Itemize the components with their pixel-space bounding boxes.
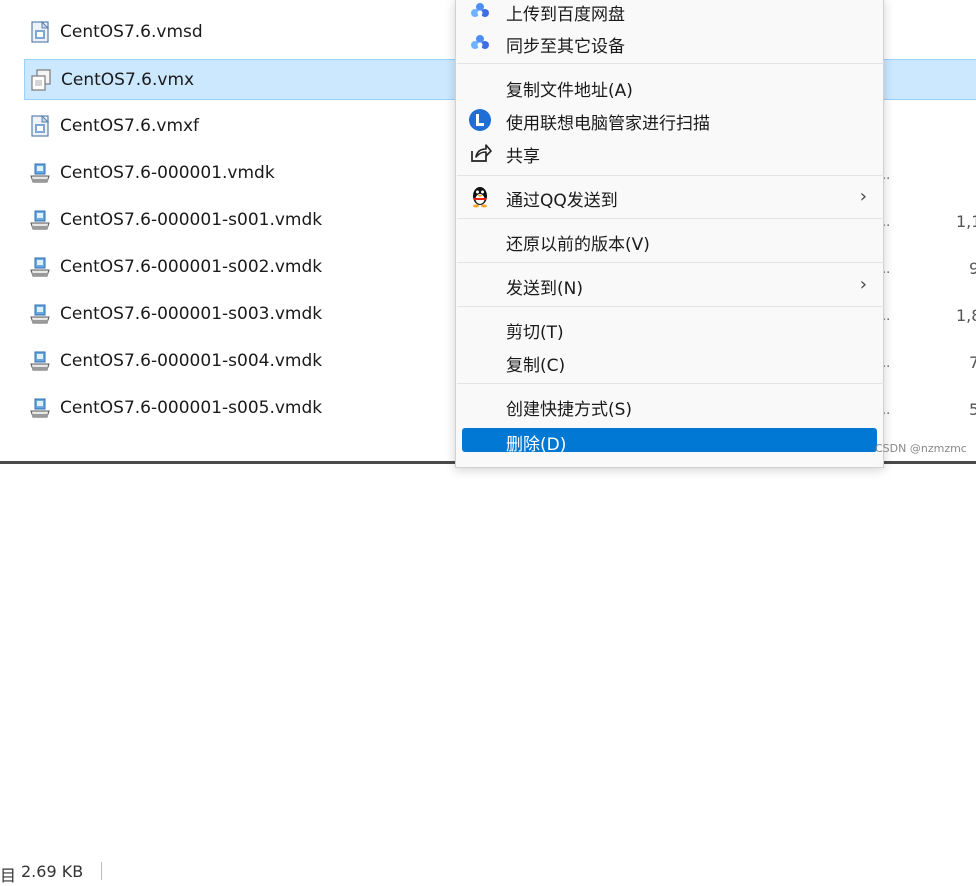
menu-item-restore-versions[interactable]: 还原以前的版本(V) [460,225,879,257]
file-size: 5 [969,400,976,419]
menu-item-label: 同步至其它设备 [506,37,625,57]
file-name: CentOS7.6-000001-s001.vmdk [60,210,323,230]
menu-item-delete[interactable]: 删除(D) [462,428,877,455]
menu-item-label: 发送到(N) [506,279,583,299]
menu-item-share[interactable]: 共享 [460,137,879,169]
menu-item-label: 复制文件地址(A) [506,81,633,101]
menu-item-sync-devices[interactable]: 同步至其它设备 [460,27,879,59]
menu-item-label: 复制(C) [506,356,566,376]
file-name: CentOS7.6.vmx [61,70,195,90]
file-size: 7 [969,353,976,372]
vmware-config-file-icon [31,69,51,91]
menu-item-send-to[interactable]: 发送到(N) › [460,269,879,301]
menu-separator [457,383,884,384]
file-name: CentOS7.6-000001.vmdk [60,163,275,183]
menu-item-label: 使用联想电脑管家进行扫描 [506,114,710,134]
menu-item-label: 通过QQ发送到 [506,191,618,211]
menu-item-send-via-qq[interactable]: 通过QQ发送到 › [460,181,879,213]
file-name: CentOS7.6.vmxf [60,116,200,136]
menu-item-lenovo-scan[interactable]: 使用联想电脑管家进行扫描 [460,104,879,136]
virtual-disk-icon [30,398,50,418]
file-size: 1,8 [956,306,976,325]
menu-item-copy[interactable]: 复制(C) [460,346,879,378]
menu-separator [457,306,884,307]
baidu-sync-icon [471,35,489,49]
status-selected-size: 2.69 KB [21,862,84,881]
file-size: 1,1 [956,212,976,231]
context-menu: 上传到百度网盘 同步至其它设备 复制文件地址(A) 使用联想电脑管家进行扫描 共… [455,0,884,468]
baidu-cloud-icon [471,3,489,17]
menu-separator [457,63,884,64]
menu-item-upload-baidu[interactable]: 上传到百度网盘 [460,0,879,27]
virtual-disk-icon [30,210,50,230]
file-name: CentOS7.6-000001-s003.vmdk [60,304,323,324]
menu-item-label: 共享 [506,147,540,167]
virtual-disk-icon [30,351,50,371]
watermark-text: CSDN @nzmzmc [875,442,967,455]
share-icon [471,144,492,162]
menu-item-cut[interactable]: 剪切(T) [460,313,879,345]
status-items-fragment: 目 [0,866,17,885]
menu-item-label: 还原以前的版本(V) [506,235,650,255]
lenovo-shield-icon [469,109,491,131]
file-name: CentOS7.6-000001-s002.vmdk [60,257,323,277]
file-name: CentOS7.6-000001-s004.vmdk [60,351,323,371]
menu-item-create-shortcut[interactable]: 创建快捷方式(S) [460,390,879,422]
menu-item-label: 上传到百度网盘 [506,5,625,25]
menu-item-label: 创建快捷方式(S) [506,400,633,420]
virtual-disk-icon [30,304,50,324]
menu-separator [457,175,884,176]
status-divider [101,862,102,880]
menu-separator [457,218,884,219]
virtual-disk-icon [30,163,50,183]
vmware-settings-file-icon [31,21,50,43]
chevron-right-icon: › [859,274,867,295]
file-name: CentOS7.6.vmsd [60,22,203,42]
menu-separator [457,262,884,263]
virtual-disk-icon [30,257,50,277]
chevron-right-icon: › [859,186,867,207]
menu-item-label: 删除(D) [506,435,567,455]
file-name: CentOS7.6-000001-s005.vmdk [60,398,323,418]
menu-item-label: 剪切(T) [506,323,564,343]
vmware-settings-file-icon [31,115,50,137]
qq-penguin-icon [473,187,487,208]
menu-item-copy-path[interactable]: 复制文件地址(A) [460,71,879,103]
file-size: 9 [969,259,976,278]
